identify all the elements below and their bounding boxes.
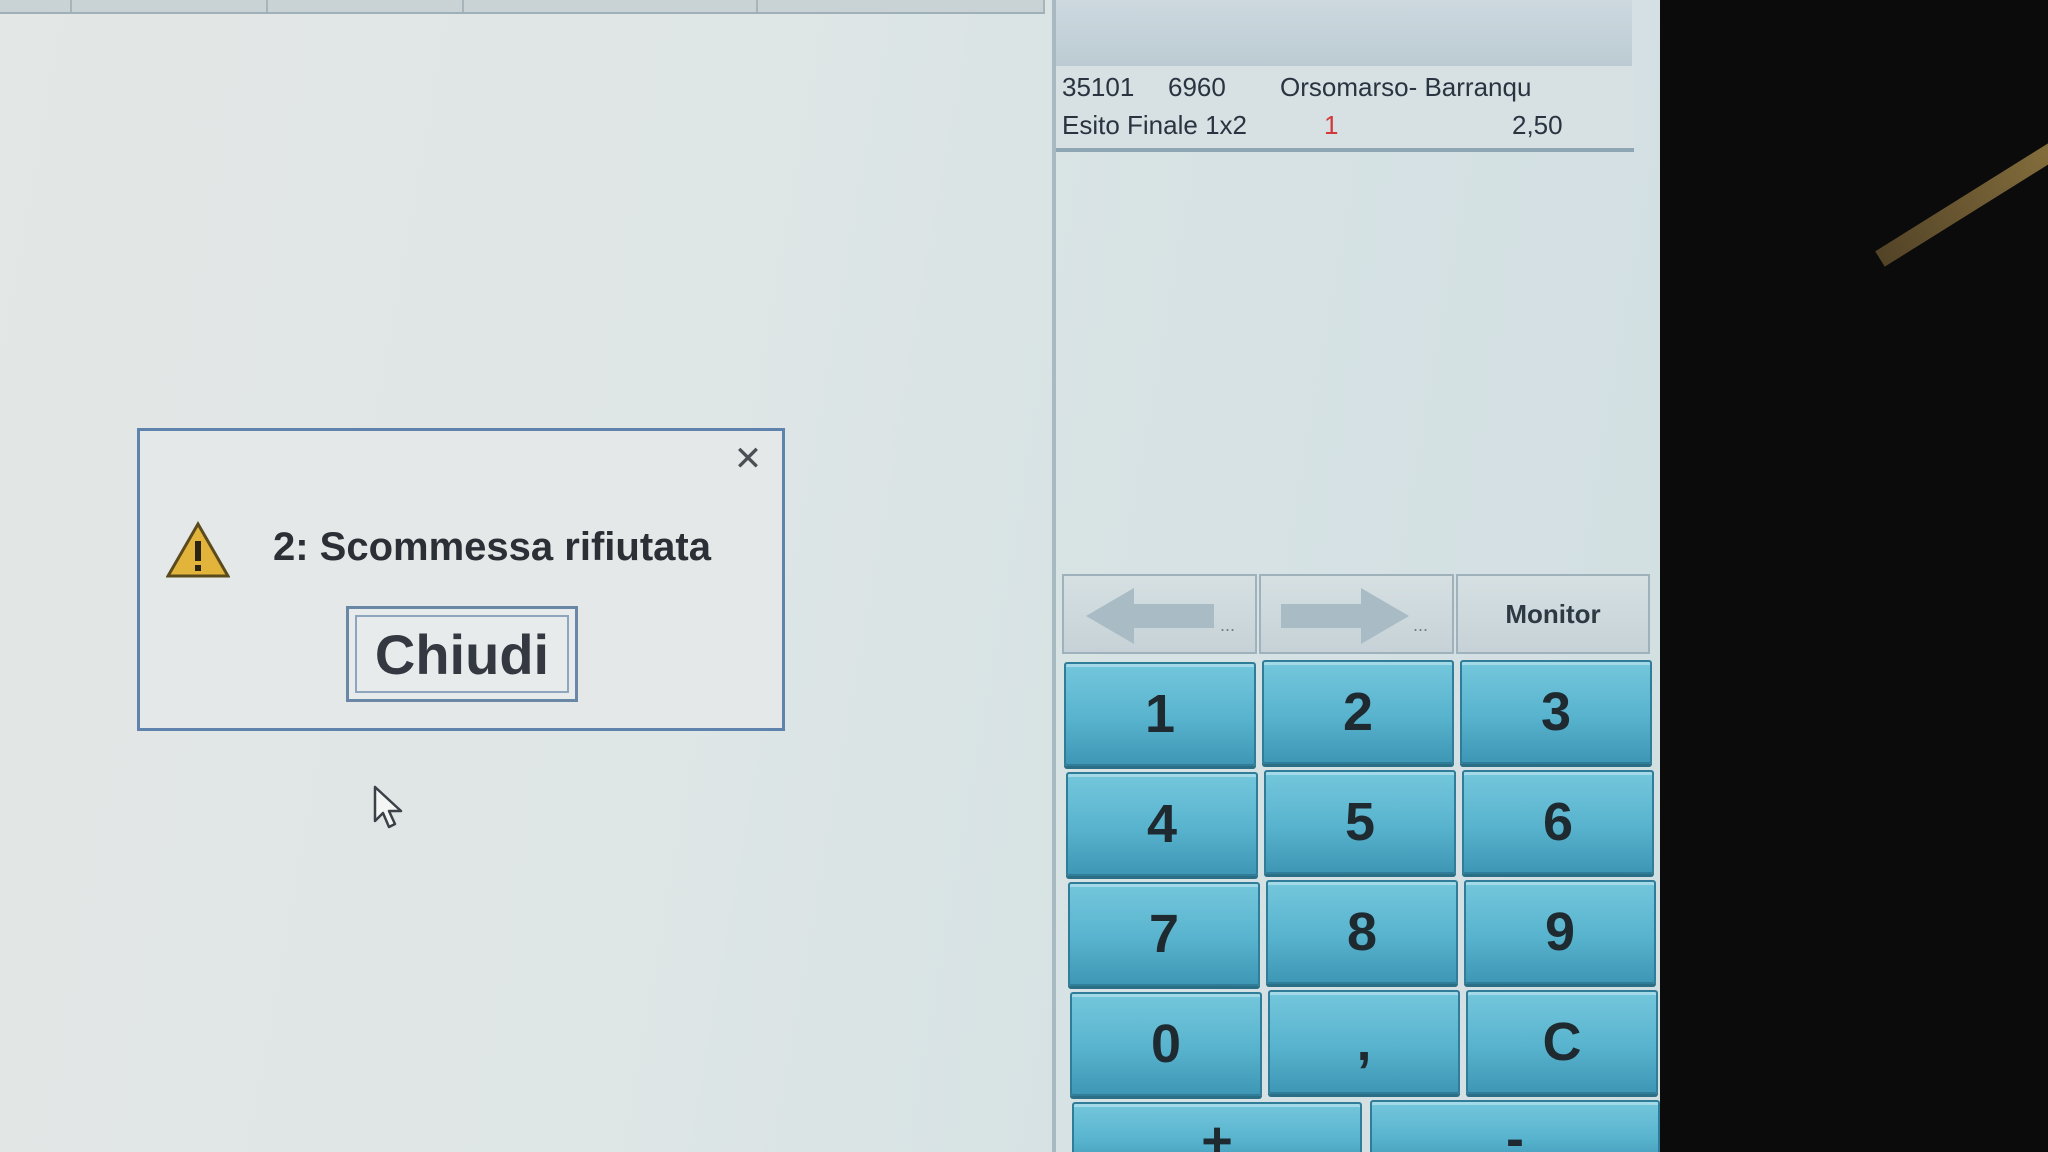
key-minus[interactable]: -: [1370, 1100, 1660, 1152]
error-dialog: ✕ 2: Scommessa rifiutata Chiudi: [137, 428, 785, 731]
key-9[interactable]: 9: [1464, 880, 1656, 984]
key-0[interactable]: 0: [1070, 992, 1262, 1096]
key-7[interactable]: 7: [1068, 882, 1260, 986]
key-1[interactable]: 1: [1064, 662, 1256, 766]
tab[interactable]: [72, 0, 268, 12]
key-8[interactable]: 8: [1266, 880, 1458, 984]
key-5[interactable]: 5: [1264, 770, 1456, 874]
back-button[interactable]: ...: [1062, 574, 1257, 654]
tab[interactable]: [464, 0, 758, 12]
bet-slip-market-row: Esito Finale 1x2 1 2,50: [1062, 108, 1632, 142]
application-screen: 35101 6960 Orsomarso- Barranqu Esito Fin…: [0, 0, 1660, 1152]
odds-value: 2,50: [1512, 110, 1563, 140]
chiudi-button[interactable]: Chiudi: [346, 606, 578, 702]
keypad-navigation: ... ... Monitor: [1062, 574, 1650, 654]
key-2[interactable]: 2: [1262, 660, 1454, 764]
numeric-keypad: 1 2 3 4 5 6 7 8 9 0 , C + -: [1064, 660, 1660, 1152]
panel-divider: [1052, 0, 1056, 1152]
arrow-right-icon: [1281, 588, 1409, 644]
bet-slip-header: [1056, 0, 1632, 68]
key-4[interactable]: 4: [1066, 772, 1258, 876]
event-code: 35101: [1062, 72, 1135, 102]
tab[interactable]: [268, 0, 464, 12]
selection-value: 1: [1324, 110, 1339, 140]
bet-slip-event-row: 35101 6960 Orsomarso- Barranqu: [1062, 70, 1632, 104]
forward-button[interactable]: ...: [1259, 574, 1454, 654]
key-3[interactable]: 3: [1460, 660, 1652, 764]
match-name: Orsomarso- Barranqu: [1280, 72, 1532, 102]
dialog-message: 2: Scommessa rifiutata: [273, 525, 711, 569]
market-name: Esito Finale 1x2: [1062, 110, 1247, 140]
monitor-button[interactable]: Monitor: [1456, 574, 1650, 654]
key-comma[interactable]: ,: [1268, 990, 1460, 1094]
bet-slip-entry[interactable]: 35101 6960 Orsomarso- Barranqu Esito Fin…: [1056, 66, 1634, 152]
key-6[interactable]: 6: [1462, 770, 1654, 874]
back-dots: ...: [1220, 615, 1236, 635]
tab-strip: [0, 0, 1045, 14]
background-object: [1875, 113, 2048, 267]
forward-dots: ...: [1413, 615, 1429, 635]
warning-icon: [166, 521, 230, 578]
key-plus[interactable]: +: [1072, 1102, 1362, 1152]
close-icon[interactable]: ✕: [732, 442, 764, 476]
arrow-left-icon: [1086, 588, 1214, 644]
key-clear[interactable]: C: [1466, 990, 1658, 1094]
mouse-cursor-icon: [373, 785, 403, 829]
event-number: 6960: [1168, 72, 1226, 102]
tab[interactable]: [0, 0, 72, 12]
tab[interactable]: [758, 0, 1045, 12]
